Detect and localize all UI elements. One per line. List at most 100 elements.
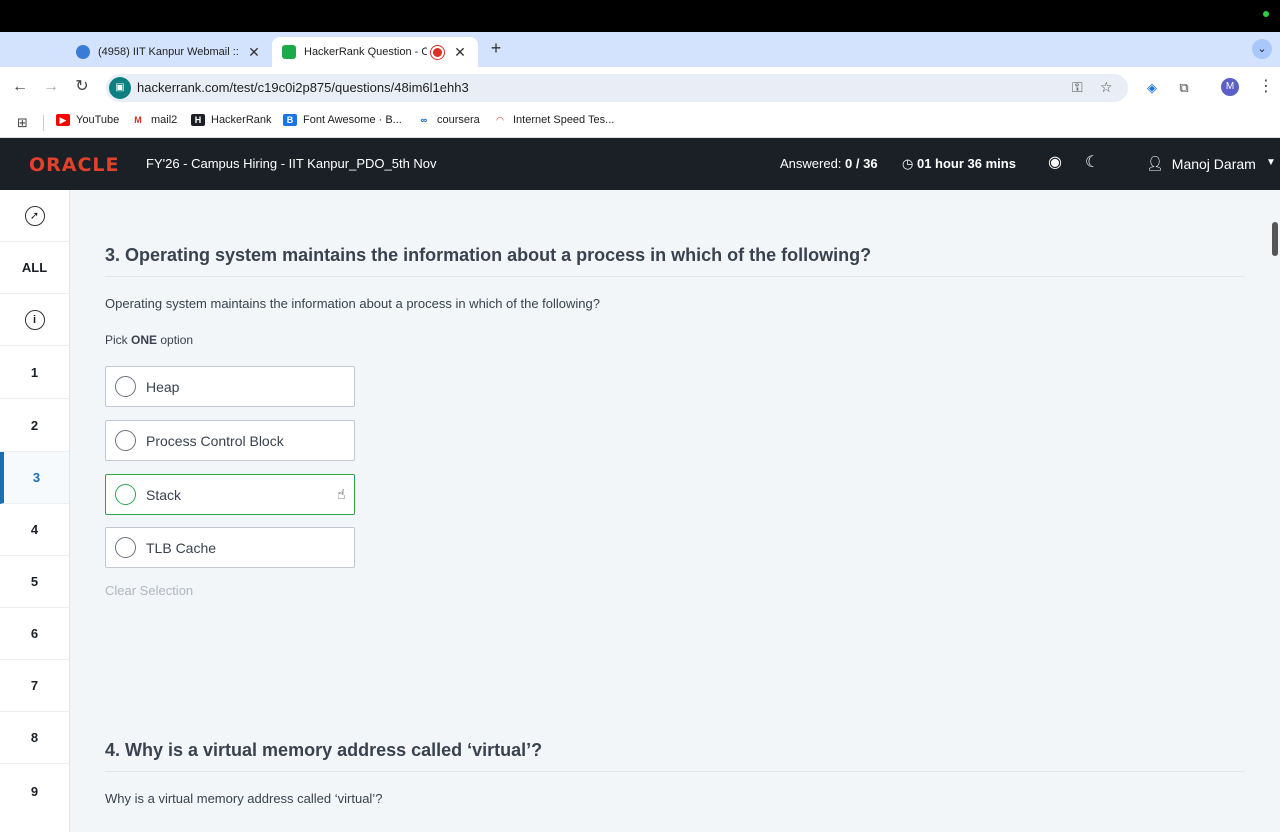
- tab-hackerrank[interactable]: HackerRank Question - O ✕: [272, 37, 478, 67]
- sidebar-item-all[interactable]: ALL: [0, 242, 69, 294]
- tab-title: (4958) IIT Kanpur Webmail ::: [98, 46, 239, 58]
- address-bar[interactable]: ▣ hackerrank.com/test/c19c0i2p875/questi…: [106, 74, 1128, 102]
- bookmark-font-awesome[interactable]: B Font Awesome · B...: [283, 114, 402, 126]
- profile-avatar[interactable]: M: [1221, 78, 1239, 96]
- bookmarks-divider: [43, 115, 44, 131]
- answered-counter: Answered: 0 / 36: [780, 156, 878, 171]
- chevron-down-icon[interactable]: ▼: [1266, 157, 1276, 168]
- sidebar-item-4[interactable]: 4: [0, 504, 69, 556]
- hackerrank-favicon-icon: [282, 45, 296, 59]
- bookmark-speedtest[interactable]: ◠ Internet Speed Tes...: [493, 114, 614, 126]
- option-stack[interactable]: Stack: [105, 474, 355, 515]
- answered-label: Answered:: [780, 156, 842, 171]
- user-name: Manoj Daram: [1171, 155, 1256, 172]
- question-content: 3. Operating system maintains the inform…: [70, 190, 1280, 832]
- reload-icon[interactable]: ↻: [72, 77, 92, 97]
- timer-value: 01 hour 36 mins: [916, 156, 1016, 171]
- option-process-control-block[interactable]: Process Control Block: [105, 420, 355, 461]
- sidebar-item-3[interactable]: 3: [0, 452, 69, 504]
- close-tab-icon[interactable]: ✕: [246, 44, 262, 61]
- divider: [105, 276, 1245, 277]
- sidebar-item-5[interactable]: 5: [0, 556, 69, 608]
- new-tab-button[interactable]: +: [486, 38, 506, 59]
- clear-selection-button[interactable]: Clear Selection: [105, 583, 193, 598]
- recording-icon: [433, 47, 442, 57]
- apps-grid-icon[interactable]: ⊞: [17, 115, 28, 131]
- bookmark-hackerrank[interactable]: H HackerRank: [191, 114, 272, 126]
- clock-icon: ◷: [902, 156, 914, 171]
- radio-button[interactable]: [115, 484, 136, 505]
- answered-value: 0 / 36: [845, 156, 878, 171]
- sidebar-item-6[interactable]: 6: [0, 608, 69, 660]
- option-label: TLB Cache: [146, 539, 217, 556]
- bookmark-label: YouTube: [76, 114, 120, 126]
- oracle-logo: ORACLE: [29, 154, 120, 176]
- os-menu-bar: [0, 0, 1280, 32]
- pointer-cursor-icon: ☝︎: [337, 486, 346, 502]
- pick-suffix: option: [160, 333, 194, 347]
- sidebar-item-9[interactable]: 9: [0, 765, 69, 817]
- timer: ◷ 01 hour 36 mins: [902, 156, 1016, 172]
- back-icon[interactable]: ←: [10, 77, 30, 97]
- coursera-icon: ∞: [417, 114, 431, 126]
- radio-button[interactable]: [115, 537, 136, 558]
- sidebar-item-2[interactable]: 2: [0, 400, 69, 452]
- bookmark-label: coursera: [437, 114, 480, 126]
- browser-toolbar: ← → ↻ ▣ hackerrank.com/test/c19c0i2p875/…: [0, 67, 1280, 107]
- bookmark-label: Font Awesome · B...: [303, 114, 402, 126]
- tab-strip: (4958) IIT Kanpur Webmail :: ✕ HackerRan…: [0, 32, 1280, 67]
- question-4-title: 4. Why is a virtual memory address calle…: [105, 740, 543, 760]
- bookmark-label: Internet Speed Tes...: [513, 114, 615, 126]
- sidebar-item-8[interactable]: 8: [0, 712, 69, 764]
- scrollbar-thumb[interactable]: [1272, 222, 1278, 256]
- sidebar-item-1[interactable]: 1: [0, 347, 69, 399]
- eye-icon[interactable]: ◉: [1048, 152, 1062, 172]
- bookmark-label: mail2: [151, 114, 178, 126]
- option-heap[interactable]: Heap: [105, 366, 355, 407]
- forward-icon[interactable]: →: [41, 77, 61, 97]
- tab-webmail[interactable]: (4958) IIT Kanpur Webmail :: ✕: [66, 37, 272, 67]
- sidebar-item-7[interactable]: 7: [0, 660, 69, 712]
- tab-title: HackerRank Question - O: [304, 46, 427, 58]
- font-awesome-icon: B: [283, 114, 297, 126]
- gmail-icon: M: [131, 114, 145, 126]
- moon-icon[interactable]: ☾: [1085, 152, 1099, 172]
- radio-button[interactable]: [115, 430, 136, 451]
- pick-prefix: Pick: [105, 333, 128, 347]
- test-title: FY'26 - Campus Hiring - IIT Kanpur_PDO_5…: [146, 156, 437, 171]
- tab-search-icon[interactable]: ⌄: [1252, 39, 1272, 59]
- question-4-text: Why is a virtual memory address called ‘…: [105, 791, 383, 806]
- compass-icon: ➚: [24, 205, 45, 226]
- pick-instruction: Pick ONE option: [105, 333, 193, 347]
- question-navigator: ➚ ALL i 1 2 3 4 5 6 7 8 9: [0, 190, 70, 832]
- sidebar-info[interactable]: i: [0, 294, 69, 346]
- bookmark-youtube[interactable]: ▶ YouTube: [56, 114, 119, 126]
- extensions-puzzle-icon[interactable]: ⧉: [1175, 79, 1193, 97]
- webmail-favicon-icon: [76, 45, 90, 59]
- option-label: Stack: [146, 486, 182, 503]
- user-menu[interactable]: 👤︎ Manoj Daram: [1146, 155, 1256, 172]
- site-info-icon[interactable]: ▣: [109, 77, 131, 99]
- user-icon: 👤︎: [1146, 155, 1164, 171]
- url-text[interactable]: hackerrank.com/test/c19c0i2p875/question…: [137, 80, 469, 95]
- close-tab-icon[interactable]: ✕: [452, 44, 468, 61]
- question-3-text: Operating system maintains the informati…: [105, 296, 600, 311]
- option-label: Heap: [146, 378, 180, 395]
- radio-button[interactable]: [115, 376, 136, 397]
- extension-icon[interactable]: ◈: [1143, 79, 1161, 97]
- sidebar-compass[interactable]: ➚: [0, 190, 69, 242]
- pick-count: ONE: [131, 333, 158, 347]
- youtube-icon: ▶: [56, 114, 70, 126]
- status-dot-icon: [1263, 11, 1269, 17]
- test-header: ORACLE FY'26 - Campus Hiring - IIT Kanpu…: [0, 138, 1280, 190]
- question-3-title: 3. Operating system maintains the inform…: [105, 245, 872, 265]
- bookmark-star-icon[interactable]: ☆: [1100, 79, 1113, 96]
- browser-menu-icon[interactable]: ⋮: [1258, 76, 1274, 96]
- bookmark-label: HackerRank: [211, 114, 272, 126]
- hackerrank-icon: H: [191, 114, 205, 126]
- bookmark-coursera[interactable]: ∞ coursera: [417, 114, 480, 126]
- divider: [105, 771, 1245, 772]
- password-key-icon[interactable]: ⚿: [1072, 79, 1083, 96]
- bookmark-mail2[interactable]: M mail2: [131, 114, 177, 126]
- option-tlb-cache[interactable]: TLB Cache: [105, 527, 355, 568]
